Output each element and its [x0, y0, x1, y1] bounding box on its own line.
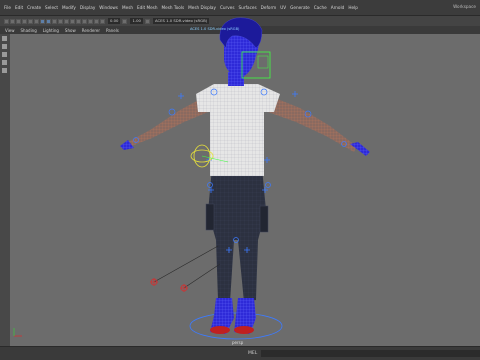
character-scene — [13, 17, 370, 340]
ik-line-left — [153, 245, 219, 283]
view-axis-gizmo — [13, 328, 22, 337]
color-space-hud: ACES 1.0 SDR-video (sRGB) — [190, 27, 240, 31]
command-line-bar: MEL — [0, 346, 480, 360]
cargo-pocket-right — [259, 205, 269, 233]
ik-line-right — [183, 263, 221, 289]
ik-locator-left — [150, 278, 158, 286]
sole-left — [210, 326, 230, 334]
arm-right — [268, 96, 356, 152]
cargo-pocket-left — [205, 203, 215, 231]
pants-mesh — [208, 168, 266, 302]
face-selection-inner — [257, 55, 269, 69]
ik-locator-right — [180, 284, 188, 292]
sole-right — [234, 326, 254, 334]
mel-label[interactable]: MEL — [248, 351, 257, 356]
mel-command-input[interactable] — [261, 350, 480, 357]
camera-label: persp — [232, 340, 244, 345]
